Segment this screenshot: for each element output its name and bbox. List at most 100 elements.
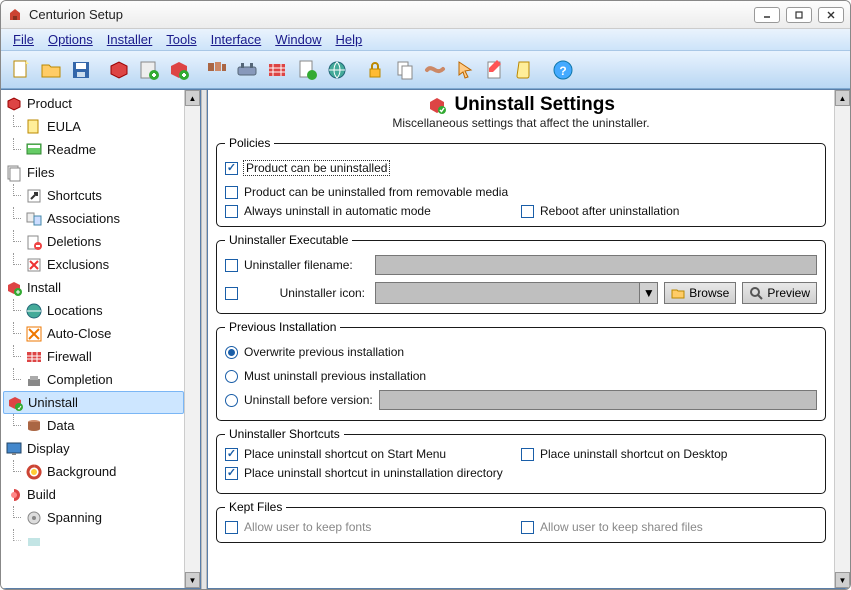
tree-cutoff[interactable] xyxy=(23,529,184,552)
tool-open-icon[interactable] xyxy=(37,56,65,84)
lbl-desktop[interactable]: Place uninstall shortcut on Desktop xyxy=(540,447,727,461)
tree-exclusions[interactable]: Exclusions xyxy=(23,253,184,276)
tree-background[interactable]: Background xyxy=(23,460,184,483)
chk-reboot[interactable] xyxy=(521,205,534,218)
menu-help[interactable]: Help xyxy=(330,30,369,49)
tool-firewall-icon[interactable] xyxy=(263,56,291,84)
lbl-reboot[interactable]: Reboot after uninstallation xyxy=(540,204,679,218)
tree-firewall[interactable]: Firewall xyxy=(23,345,184,368)
tree-associations[interactable]: Associations xyxy=(23,207,184,230)
input-filename[interactable] xyxy=(375,255,817,275)
chk-shared[interactable] xyxy=(521,521,534,534)
group-executable: Uninstaller Executable Uninstaller filen… xyxy=(216,233,826,314)
tree-display[interactable]: Display xyxy=(3,437,184,460)
tree-completion[interactable]: Completion xyxy=(23,368,184,391)
lbl-overwrite[interactable]: Overwrite previous installation xyxy=(244,345,404,359)
tree-eula[interactable]: EULA xyxy=(23,115,184,138)
tool-help-icon[interactable]: ? xyxy=(549,56,577,84)
page-subtitle: Miscellaneous settings that affect the u… xyxy=(216,116,826,130)
chk-icon[interactable] xyxy=(225,287,238,300)
rdo-must[interactable] xyxy=(225,370,238,383)
tool-script-icon[interactable] xyxy=(511,56,539,84)
tool-save-icon[interactable] xyxy=(67,56,95,84)
tree-data[interactable]: Data xyxy=(23,414,184,437)
chk-dir[interactable] xyxy=(225,467,238,480)
browse-button[interactable]: Browse xyxy=(664,282,736,304)
chk-startmenu[interactable] xyxy=(225,448,238,461)
lbl-must[interactable]: Must uninstall previous installation xyxy=(244,369,426,383)
tool-install-icon[interactable] xyxy=(165,56,193,84)
preview-button[interactable]: Preview xyxy=(742,282,817,304)
legend-shortcuts: Uninstaller Shortcuts xyxy=(225,427,344,441)
tool-edit-icon[interactable] xyxy=(481,56,509,84)
tool-completion-icon[interactable] xyxy=(293,56,321,84)
tree-readme[interactable]: Readme xyxy=(23,138,184,161)
chk-can-uninstall[interactable] xyxy=(225,162,238,175)
chk-desktop[interactable] xyxy=(521,448,534,461)
menu-tools[interactable]: Tools xyxy=(160,30,202,49)
rdo-overwrite[interactable] xyxy=(225,346,238,359)
tree-install[interactable]: Install xyxy=(3,276,184,299)
tool-new-icon[interactable] xyxy=(7,56,35,84)
tree[interactable]: Product EULA Readme Files Shortcuts Asso… xyxy=(1,90,184,588)
tree-files[interactable]: Files xyxy=(3,161,184,184)
tree-product[interactable]: Product xyxy=(3,92,184,115)
lbl-shared[interactable]: Allow user to keep shared files xyxy=(540,520,703,534)
input-before-version[interactable] xyxy=(379,390,817,410)
menu-window[interactable]: Window xyxy=(269,30,327,49)
lbl-fonts[interactable]: Allow user to keep fonts xyxy=(244,520,371,534)
tree-build[interactable]: Build xyxy=(3,483,184,506)
tool-security-icon[interactable] xyxy=(361,56,389,84)
tool-autoclose-icon[interactable] xyxy=(233,56,261,84)
lbl-startmenu[interactable]: Place uninstall shortcut on Start Menu xyxy=(244,447,446,461)
tree-spanning[interactable]: Spanning xyxy=(23,506,184,529)
menubar: File Options Installer Tools Interface W… xyxy=(1,29,850,51)
tree-panel: Product EULA Readme Files Shortcuts Asso… xyxy=(1,90,201,589)
scroll-up-icon[interactable]: ▲ xyxy=(185,90,200,106)
tree-autoclose[interactable]: Auto-Close xyxy=(23,322,184,345)
tree-locations[interactable]: Locations xyxy=(23,299,184,322)
tool-copy-icon[interactable] xyxy=(391,56,419,84)
chk-automatic[interactable] xyxy=(225,205,238,218)
body-area: Product EULA Readme Files Shortcuts Asso… xyxy=(1,89,850,589)
close-button[interactable] xyxy=(818,7,844,23)
tool-globe-icon[interactable] xyxy=(323,56,351,84)
tool-cursor-icon[interactable] xyxy=(451,56,479,84)
lbl-icon[interactable]: Uninstaller icon: xyxy=(244,286,369,300)
rdo-before[interactable] xyxy=(225,394,238,407)
lbl-can-uninstall[interactable]: Product can be uninstalled xyxy=(244,161,389,175)
tree-uninstall[interactable]: Uninstall xyxy=(3,391,184,414)
scroll-up-icon[interactable]: ▲ xyxy=(835,90,850,106)
tool-handshake-icon[interactable] xyxy=(421,56,449,84)
group-shortcuts: Uninstaller Shortcuts Place uninstall sh… xyxy=(216,427,826,494)
menu-options[interactable]: Options xyxy=(42,30,99,49)
chk-removable[interactable] xyxy=(225,186,238,199)
tree-deletions[interactable]: Deletions xyxy=(23,230,184,253)
tool-locations-icon[interactable] xyxy=(203,56,231,84)
chevron-down-icon[interactable]: ▼ xyxy=(639,283,657,303)
content-panel: Uninstall Settings Miscellaneous setting… xyxy=(207,90,850,589)
scroll-down-icon[interactable]: ▼ xyxy=(185,572,200,588)
lbl-filename[interactable]: Uninstaller filename: xyxy=(244,258,369,272)
maximize-button[interactable] xyxy=(786,7,812,23)
minimize-button[interactable] xyxy=(754,7,780,23)
tree-shortcuts[interactable]: Shortcuts xyxy=(23,184,184,207)
chk-fonts[interactable] xyxy=(225,521,238,534)
lbl-automatic[interactable]: Always uninstall in automatic mode xyxy=(244,204,431,218)
group-kept: Kept Files Allow user to keep fonts Allo… xyxy=(216,500,826,543)
tool-product-icon[interactable] xyxy=(105,56,133,84)
menu-file[interactable]: File xyxy=(7,30,40,49)
lbl-removable[interactable]: Product can be uninstalled from removabl… xyxy=(244,185,508,199)
lbl-before[interactable]: Uninstall before version: xyxy=(244,393,373,407)
scroll-down-icon[interactable]: ▼ xyxy=(835,572,850,588)
content-scrollbar[interactable]: ▲ ▼ xyxy=(834,90,850,588)
lbl-dir[interactable]: Place uninstall shortcut in uninstallati… xyxy=(244,466,503,480)
menu-installer[interactable]: Installer xyxy=(101,30,159,49)
menu-interface[interactable]: Interface xyxy=(205,30,268,49)
page-icon xyxy=(427,95,447,115)
combo-icon[interactable]: ▼ xyxy=(375,282,658,304)
chk-filename[interactable] xyxy=(225,259,238,272)
tool-files-icon[interactable] xyxy=(135,56,163,84)
toolbar: ? xyxy=(1,51,850,89)
tree-scrollbar[interactable]: ▲ ▼ xyxy=(184,90,200,588)
